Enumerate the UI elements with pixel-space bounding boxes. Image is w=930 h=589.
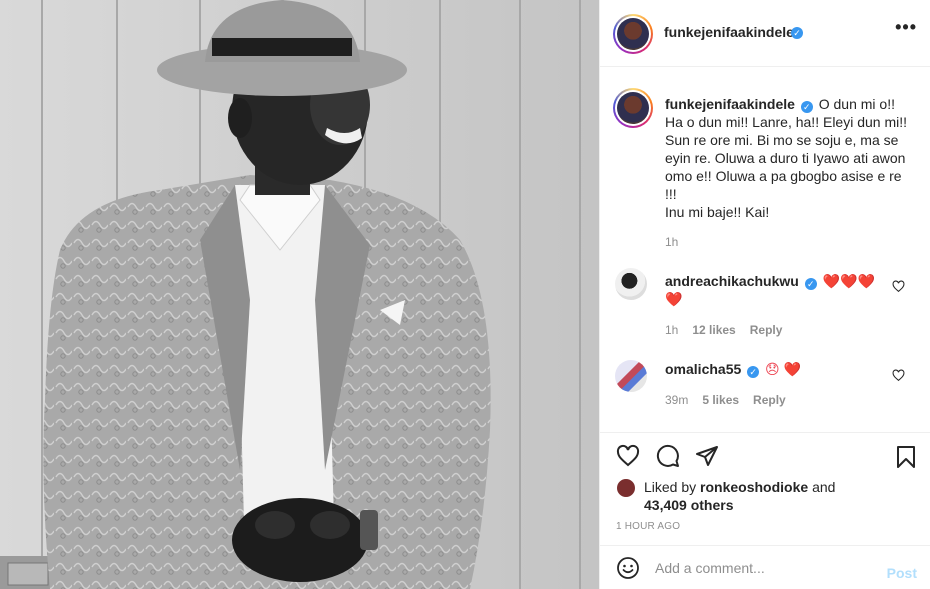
likes-text: Liked by ronkeoshodioke and 43,409 other…: [644, 478, 904, 514]
liked-by-prefix: Liked by: [644, 479, 697, 495]
comment-likes-count[interactable]: 5 likes: [702, 393, 739, 407]
more-horizontal-icon[interactable]: •••: [895, 18, 917, 36]
comments-list[interactable]: funkejenifaakindele ✓ O dun mi o!! Ha o …: [600, 68, 930, 431]
comment-verified-icon: ✓: [747, 366, 760, 378]
caption-age[interactable]: 1h: [665, 235, 678, 249]
liked-by-others[interactable]: 43,409 others: [644, 497, 734, 513]
comment-like-heart-icon[interactable]: [892, 369, 905, 382]
comment-icon[interactable]: [655, 444, 681, 468]
comment-age[interactable]: 1h: [665, 323, 678, 337]
comment-2-meta: 39m 5 likes Reply: [665, 393, 786, 407]
caption-avatar[interactable]: [613, 88, 653, 128]
post-caption: funkejenifaakindele ✓ O dun mi o!! Ha o …: [665, 95, 915, 221]
comment-likes-count[interactable]: 12 likes: [692, 323, 735, 337]
comment-like-heart-icon[interactable]: [892, 280, 905, 293]
liked-by-and: and: [812, 479, 836, 495]
send-icon[interactable]: [694, 444, 720, 468]
comment-username[interactable]: andreachikachukwu: [665, 273, 799, 289]
comment-2: omalicha55 ✓ 😞 ❤️: [665, 360, 880, 378]
caption-username[interactable]: funkejenifaakindele: [665, 96, 795, 112]
author-username[interactable]: funkejenifaakindele: [664, 24, 794, 40]
author-avatar[interactable]: [613, 14, 653, 54]
comment-age[interactable]: 39m: [665, 393, 688, 407]
comment-reply-button[interactable]: Reply: [750, 323, 783, 337]
post-photo-image: [0, 0, 599, 589]
post-comment-button[interactable]: Post: [887, 565, 917, 581]
bookmark-icon[interactable]: [894, 444, 918, 470]
heart-icon[interactable]: [615, 444, 641, 468]
post-side-panel: funkejenifaakindele ✓ ••• funkejenifaaki…: [599, 0, 930, 589]
emoji-icon[interactable]: [616, 556, 640, 580]
comment-username[interactable]: omalicha55: [665, 361, 741, 377]
comment-reply-button[interactable]: Reply: [753, 393, 786, 407]
caption-verified-icon: ✓: [800, 101, 813, 113]
comment-1-meta: 1h 12 likes Reply: [665, 323, 782, 337]
caption-text-line2: Inu mi baje!! Kai!: [665, 204, 770, 220]
comment-avatar[interactable]: [615, 360, 647, 392]
post-header: funkejenifaakindele ✓ •••: [600, 0, 930, 67]
add-comment-bar: Post: [600, 545, 930, 589]
add-comment-input[interactable]: [655, 558, 875, 578]
action-bar: [600, 432, 930, 476]
verified-badge-icon: ✓: [791, 27, 803, 39]
post-timestamp[interactable]: 1 HOUR AGO: [616, 521, 680, 532]
post-photo[interactable]: [0, 0, 599, 589]
comment-1: andreachikachukwu ✓ ❤️❤️❤️ ❤️: [665, 272, 880, 308]
comment-text: 😞 ❤️: [765, 361, 801, 377]
liked-by-user[interactable]: ronkeoshodioke: [700, 479, 808, 495]
comment-verified-icon: ✓: [804, 278, 817, 290]
liked-by-avatar[interactable]: [616, 478, 636, 498]
comment-avatar[interactable]: [615, 268, 647, 300]
